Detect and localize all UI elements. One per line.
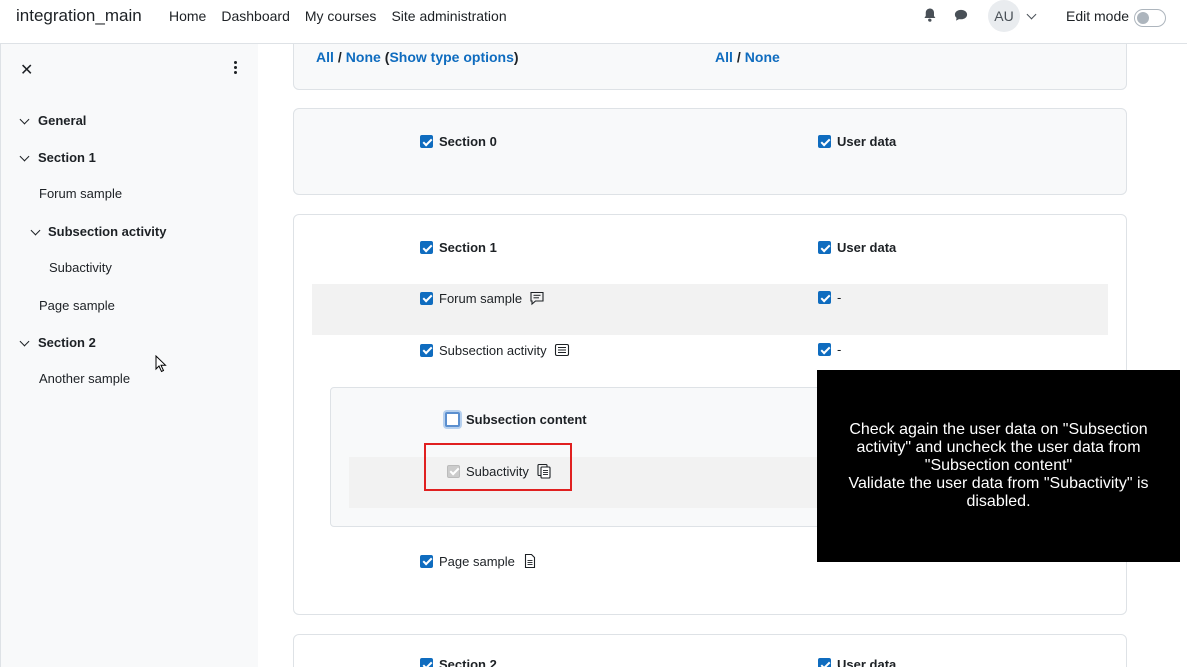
nav-dashboard[interactable]: Dashboard	[221, 8, 290, 24]
select-all-none-1: All / None ( Show type options )	[316, 49, 519, 65]
forum-userdata-checkbox[interactable]	[818, 291, 831, 304]
instruction-line-1: Check again the user data on "Subsection…	[849, 421, 1148, 474]
slash-separator: /	[736, 49, 741, 65]
index-item-subactivity[interactable]: Subactivity	[49, 260, 112, 275]
section-2-userdata-label: User data	[837, 657, 897, 667]
section-2-row: Section 2	[420, 657, 497, 667]
index-item-general[interactable]: General	[38, 113, 86, 128]
section-0-userdata-label: User data	[837, 134, 897, 149]
edit-mode-toggle[interactable]	[1134, 9, 1166, 27]
page-sample-label: Page sample	[439, 553, 515, 569]
section-1-checkbox[interactable]	[420, 241, 433, 254]
chevron-down-icon[interactable]	[19, 114, 30, 125]
index-item-subsection-activity[interactable]: Subsection activity	[48, 224, 166, 239]
nav-home[interactable]: Home	[169, 8, 206, 24]
select-none-link[interactable]: None	[346, 49, 381, 65]
primary-navigation: Home Dashboard My courses Site administr…	[169, 8, 522, 24]
chevron-down-icon[interactable]	[19, 151, 30, 162]
subsection-userdata-checkbox[interactable]	[818, 343, 831, 356]
course-index-drawer: ✕ General Section 1 Forum sample Subsect…	[0, 44, 258, 667]
instruction-line-2: Validate the user data from "Subactivity…	[848, 475, 1149, 510]
chevron-down-icon[interactable]	[30, 225, 41, 236]
chat-icon[interactable]	[953, 8, 969, 23]
chevron-down-icon[interactable]	[1026, 9, 1037, 20]
section-0-checkbox[interactable]	[420, 135, 433, 148]
forum-userdata-label: -	[837, 290, 842, 305]
forum-icon	[530, 291, 544, 306]
mouse-cursor-icon	[155, 355, 167, 373]
show-type-options-link[interactable]: Show type options	[389, 49, 513, 65]
subsection-content-card: Subsection content Subactivity	[330, 387, 851, 527]
edit-mode-label: Edit mode	[1066, 8, 1130, 24]
forum-sample-row: Forum sample	[420, 290, 545, 306]
bell-icon[interactable]	[922, 7, 937, 23]
section-1-userdata-row: User data	[818, 240, 896, 255]
section-1-row: Section 1	[420, 240, 497, 255]
subsection-userdata-label: -	[837, 342, 842, 357]
forum-userdata-row: -	[818, 290, 841, 305]
forum-sample-label: Forum sample	[439, 290, 523, 306]
section-1-userdata-checkbox[interactable]	[818, 241, 831, 254]
type-options-card: All / None ( Show type options ) All / N…	[293, 44, 1127, 90]
page-sample-row: Page sample	[420, 553, 538, 569]
site-brand[interactable]: integration_main	[16, 6, 142, 26]
subsection-activity-label: Subsection activity	[439, 342, 547, 358]
close-icon[interactable]: ✕	[20, 60, 33, 80]
section-0-userdata-checkbox[interactable]	[818, 135, 831, 148]
section-0-card: Section 0 User data	[293, 108, 1127, 195]
subsection-content-row: Subsection content	[445, 412, 587, 427]
index-item-forum-sample[interactable]: Forum sample	[39, 186, 122, 201]
index-item-section-2[interactable]: Section 2	[38, 335, 96, 350]
close-paren: )	[513, 49, 519, 65]
section-2-card: Section 2 User data	[293, 634, 1127, 667]
subsection-content-label: Subsection content	[466, 412, 587, 427]
instruction-overlay: Check again the user data on "Subsection…	[817, 370, 1180, 562]
section-2-label: Section 2	[439, 657, 497, 667]
user-avatar[interactable]: AU	[988, 0, 1020, 32]
index-item-section-1[interactable]: Section 1	[38, 150, 96, 165]
instruction-text: Check again the user data on "Subsection…	[837, 421, 1160, 511]
subsection-icon	[554, 343, 569, 357]
select-none-userdata-link[interactable]: None	[745, 49, 780, 65]
main-content: All / None ( Show type options ) All / N…	[258, 44, 1187, 667]
toggle-knob	[1137, 12, 1149, 24]
slash-separator: /	[337, 49, 342, 65]
top-navbar: integration_main Home Dashboard My cours…	[0, 0, 1187, 44]
forum-sample-checkbox[interactable]	[420, 291, 433, 305]
subsection-userdata-row: -	[818, 342, 841, 357]
chevron-down-icon[interactable]	[19, 336, 30, 347]
nav-my-courses[interactable]: My courses	[305, 8, 377, 24]
subsection-activity-checkbox[interactable]	[420, 343, 433, 357]
subactivity-highlight-box	[424, 443, 572, 491]
index-item-another-sample[interactable]: Another sample	[39, 371, 130, 386]
select-all-link[interactable]: All	[316, 49, 334, 65]
section-1-label: Section 1	[439, 240, 497, 255]
section-2-checkbox[interactable]	[420, 658, 433, 667]
section-0-userdata-row: User data	[818, 134, 896, 149]
subsection-activity-row: Subsection activity	[420, 342, 570, 358]
page-icon	[524, 553, 535, 569]
page-sample-checkbox[interactable]	[420, 554, 433, 568]
subsection-content-checkbox[interactable]	[445, 412, 460, 427]
section-0-row: Section 0	[420, 134, 497, 149]
section-0-label: Section 0	[439, 134, 497, 149]
select-all-userdata-link[interactable]: All	[715, 49, 733, 65]
section-2-userdata-row: User data	[818, 657, 896, 667]
select-all-none-2: All / None	[715, 49, 780, 65]
index-item-page-sample[interactable]: Page sample	[39, 298, 115, 313]
section-2-userdata-checkbox[interactable]	[818, 658, 831, 667]
nav-site-administration[interactable]: Site administration	[391, 8, 506, 24]
kebab-menu-icon[interactable]	[230, 61, 240, 77]
section-1-userdata-label: User data	[837, 240, 897, 255]
